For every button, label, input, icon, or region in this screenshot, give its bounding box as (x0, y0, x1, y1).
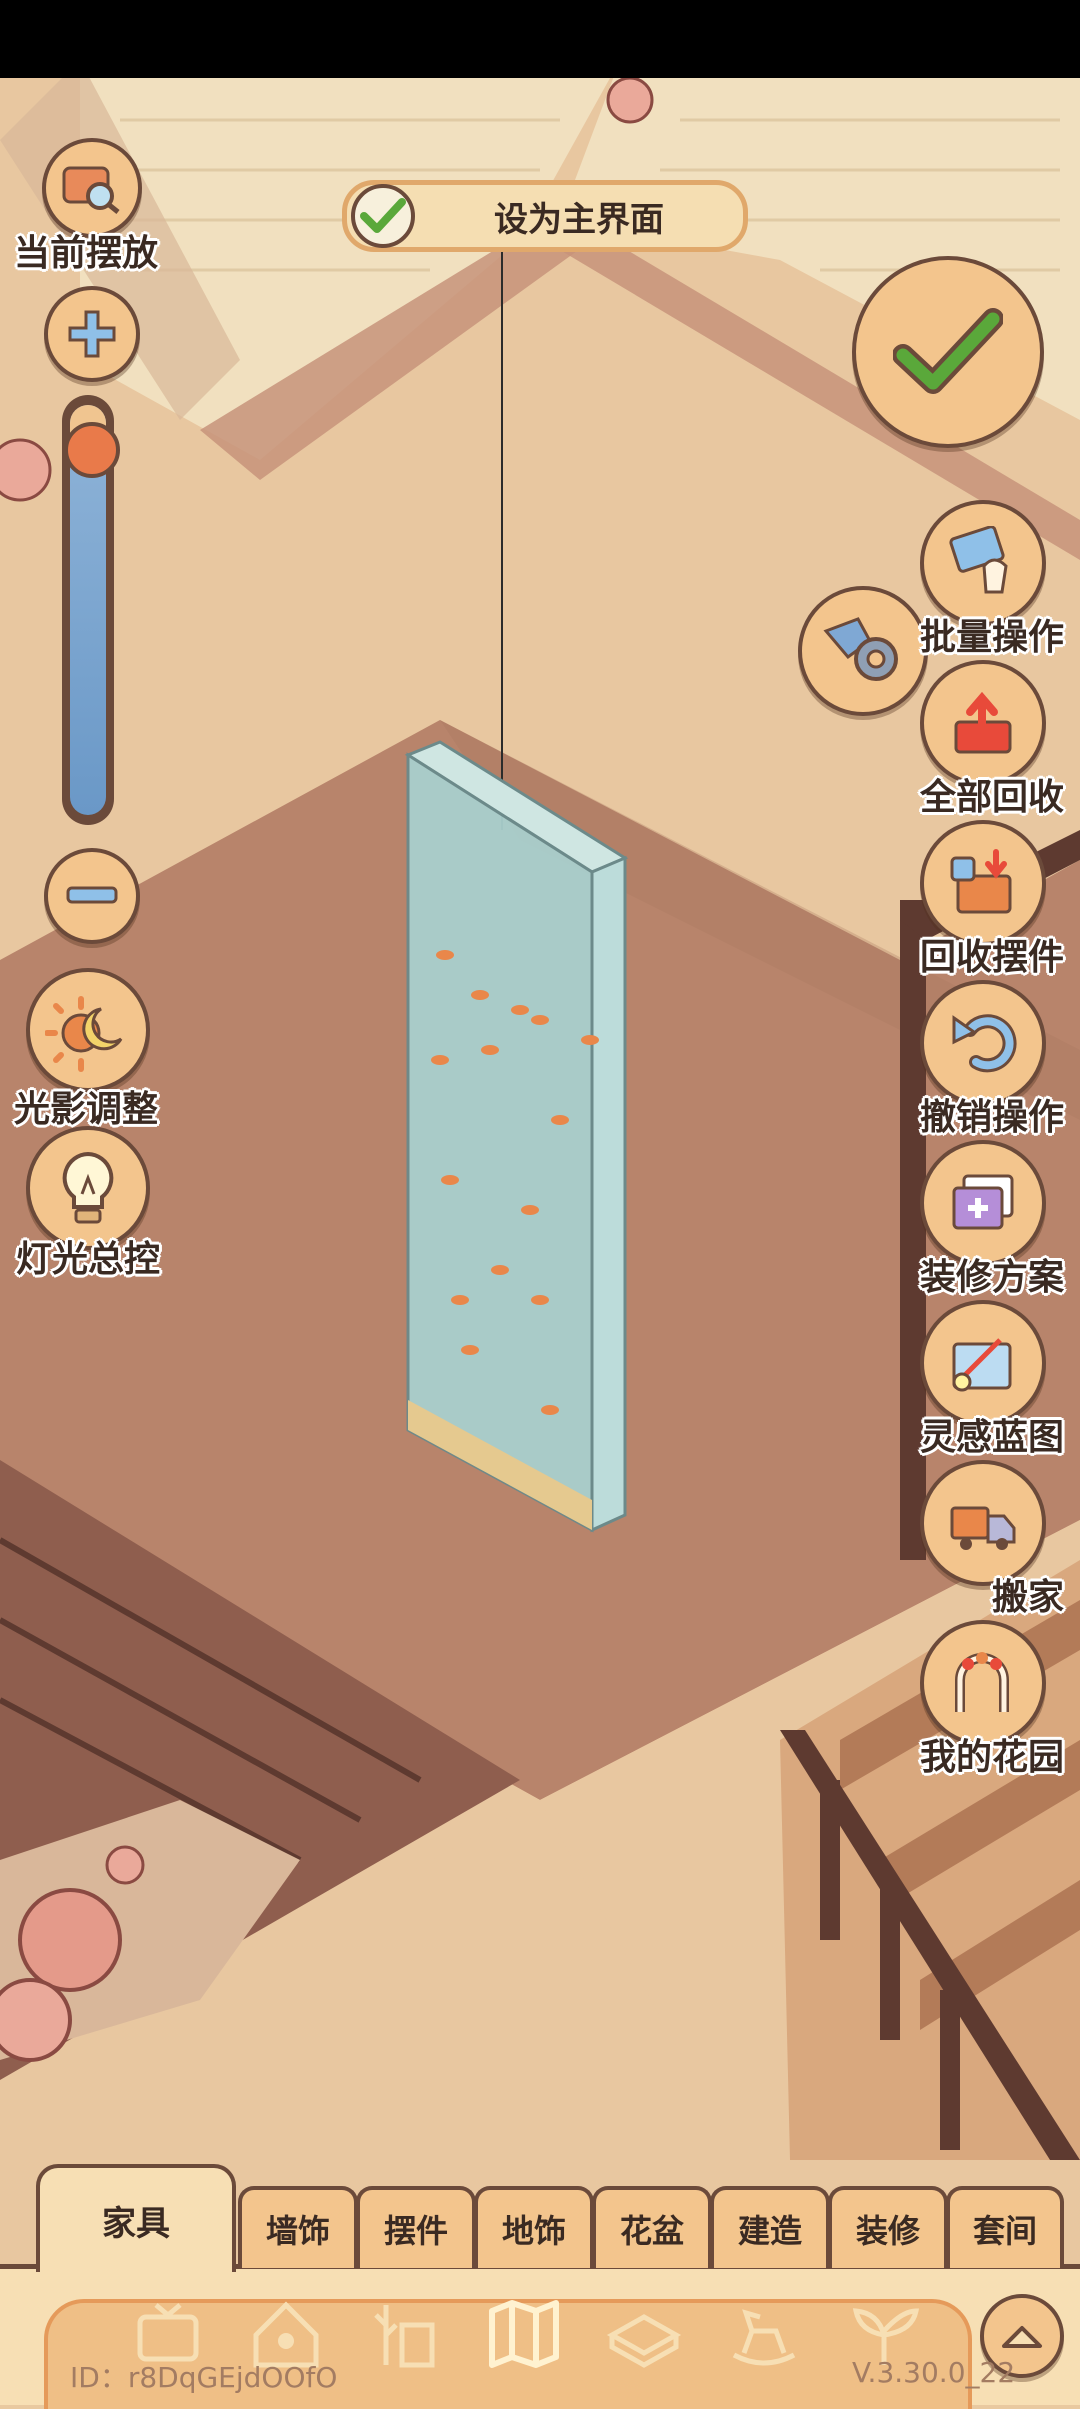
set-main-screen-toggle[interactable]: 设为主界面 (342, 180, 748, 252)
minus-icon (66, 886, 118, 904)
light-control-label: 灯光总控 (16, 1239, 161, 1280)
big-checkmark-icon (893, 308, 1003, 394)
magnifier-box-icon (62, 166, 120, 214)
aquarium (404, 740, 629, 1533)
blueprint-icon (952, 1338, 1012, 1392)
lighting-adjust-button[interactable] (26, 968, 150, 1092)
rocking-horse-icon[interactable] (718, 2292, 810, 2378)
zoom-slider-handle[interactable] (64, 422, 120, 478)
tab-2[interactable]: 墙饰 (238, 2186, 358, 2268)
tab-5[interactable]: 花盆 (592, 2186, 712, 2268)
menu-label-5: 装修方案 (919, 1257, 1064, 1298)
recycle-all-icon (954, 691, 1012, 754)
plus-icon (68, 310, 116, 358)
zoom-in-button[interactable] (44, 286, 140, 382)
lightbulb-icon (62, 1151, 114, 1224)
set-main-screen-label: 设为主界面 (494, 199, 664, 240)
truck-icon (950, 1506, 1016, 1550)
batch-hand-icon (949, 526, 1008, 594)
checkmark-icon (351, 184, 415, 248)
current-placement-label: 当前摆放 (14, 233, 159, 274)
tab-7[interactable]: 装修 (828, 2186, 948, 2268)
plant-stand-icon[interactable] (360, 2292, 452, 2378)
garden-arch-icon (955, 1652, 1009, 1712)
tab-8[interactable]: 套间 (946, 2186, 1064, 2268)
undo-icon (952, 1014, 1017, 1073)
map-icon[interactable] (478, 2292, 570, 2378)
confirm-button[interactable] (852, 256, 1044, 448)
zoom-out-button[interactable] (44, 848, 140, 944)
menu-label-6: 灵感蓝图 (919, 1417, 1064, 1458)
recycle-box-icon (950, 849, 1012, 914)
tab-1[interactable]: 家具 (36, 2164, 236, 2272)
current-placement-button[interactable] (42, 138, 142, 238)
version-text: V.3.30.0_22 (852, 2356, 1016, 2389)
menu-label-2: 全部回收 (919, 777, 1064, 818)
tab-3[interactable]: 摆件 (356, 2186, 476, 2268)
menu-label-3: 回收摆件 (919, 937, 1064, 978)
menu-label-4: 撤销操作 (919, 1097, 1064, 1138)
tab-4[interactable]: 地饰 (474, 2186, 594, 2268)
lighting-adjust-label: 光影调整 (14, 1089, 159, 1130)
chevron-up-icon (1002, 2326, 1042, 2348)
menu-label-7: 搬家 (991, 1577, 1064, 1618)
bed-icon[interactable] (598, 2292, 690, 2378)
status-bar (0, 0, 1080, 78)
decor-plan-icon (952, 1174, 1014, 1230)
menu-label-8: 我的花园 (919, 1737, 1064, 1778)
player-id: ID：r8DqGEjdOOfO (70, 2361, 338, 2394)
tab-6[interactable]: 建造 (710, 2186, 830, 2268)
menu-label-1: 批量操作 (919, 617, 1064, 658)
gear-icon (823, 617, 898, 681)
furniture-settings-button[interactable] (798, 586, 928, 716)
sun-moon-icon (45, 996, 123, 1072)
